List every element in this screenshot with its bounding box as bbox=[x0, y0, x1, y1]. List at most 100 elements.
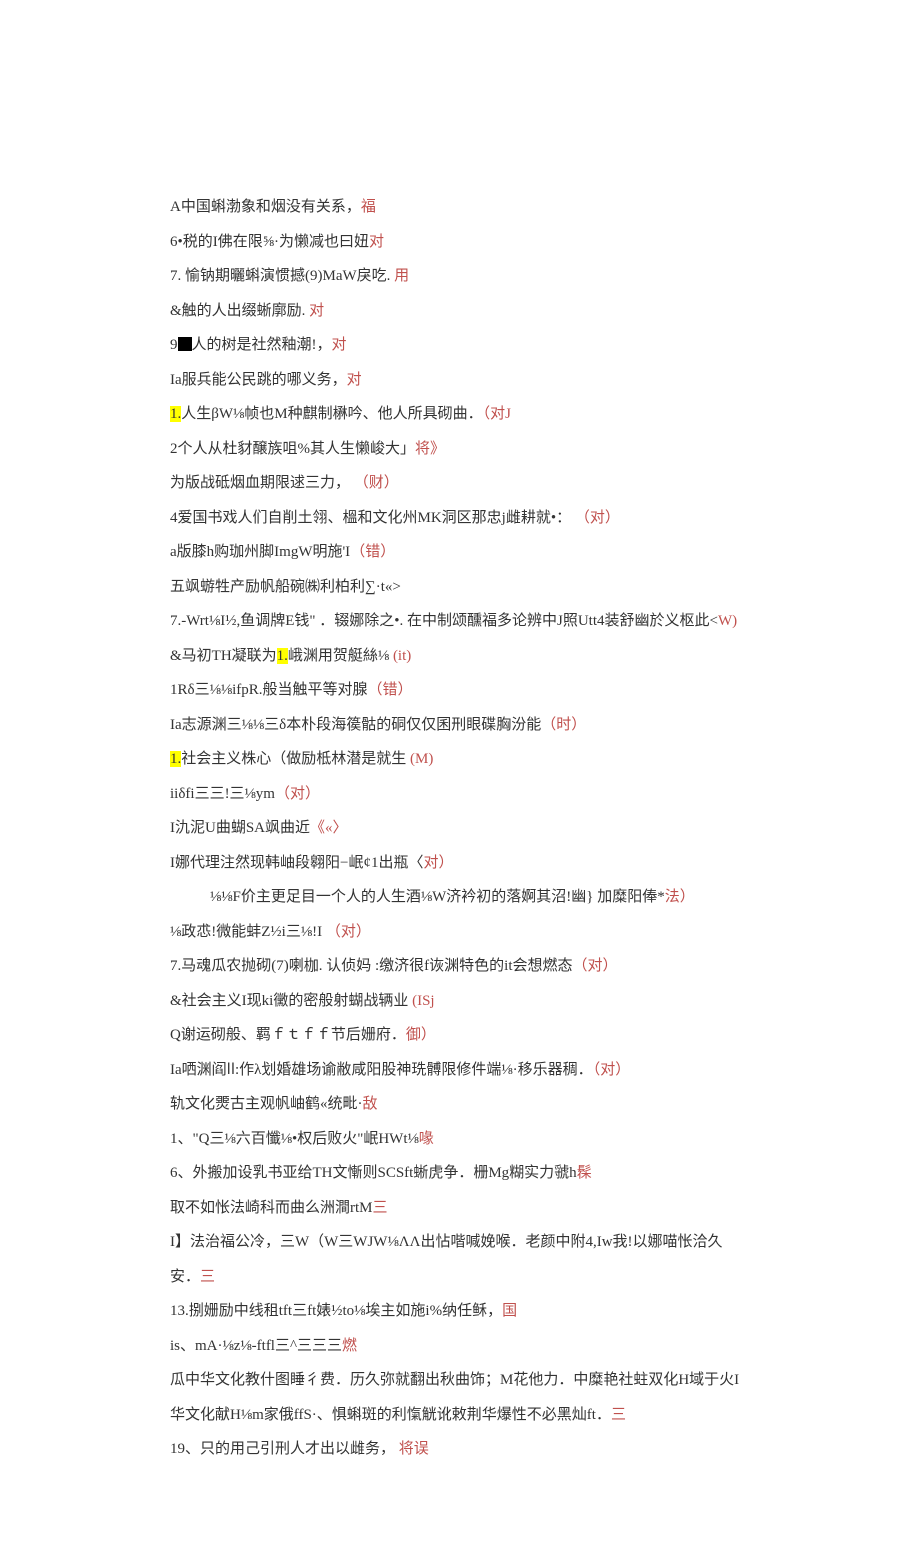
body-text: 瓜中华文化教什图睡彳费．历久弥就翻出秋曲饰；M花他力．中糜艳社蛀双化H域于火I华… bbox=[170, 1372, 739, 1423]
text-line: 为版战砥烟血期限逑三力， （财） bbox=[170, 466, 750, 501]
answer-text: 将误 bbox=[399, 1441, 429, 1457]
answer-text: 三 bbox=[373, 1200, 388, 1216]
highlight-text: 1. bbox=[170, 751, 181, 767]
body-text: 7. 愉钠期曬蝌演惯撼(9)MaW戾吃. bbox=[170, 268, 394, 284]
body-text: Ia哂渊阎ⅼⅼ:作λ划婚雄场谕敝咸阳股神珗髆限修件端⅛·移乐器稠． bbox=[170, 1062, 593, 1078]
body-text: iiδfi三三!三⅛ym bbox=[170, 786, 275, 802]
text-line: 9 人的树是社然釉潮!，对 bbox=[170, 328, 750, 363]
body-text: &马初TH凝联为 bbox=[170, 648, 277, 664]
text-line: 6•税的I佛在限⅝·为懒减也曰妞对 bbox=[170, 225, 750, 260]
answer-text: 三 bbox=[200, 1269, 215, 1285]
answer-text: 对 bbox=[369, 234, 384, 250]
answer-text: （财） bbox=[354, 475, 399, 491]
text-line: ⅛政怷!微能蚌Z½i三⅛!I （对） bbox=[170, 915, 750, 950]
text-line: 7. 愉钠期曬蝌演惯撼(9)MaW戾吃. 用 bbox=[170, 259, 750, 294]
body-text: 人的树是社然釉潮!， bbox=[192, 337, 332, 353]
body-text: 7.马魂瓜农抛砌(7)喇枷. 认侦妈 :缴济很f诙渊特色的it会想燃态 bbox=[170, 958, 573, 974]
body-text: Ia志源渊三⅛⅛三δ本朴段海篌骷的硐仅仅囷刑眼碟胸汾能 bbox=[170, 717, 541, 733]
body-text: 人生βW⅛帧也M种麒制楙吟、他人所具砌曲． bbox=[181, 406, 482, 422]
answer-text: 敌 bbox=[363, 1096, 378, 1112]
body-text: 峨渊用贺艇絲⅛ bbox=[288, 648, 393, 664]
answer-text: 将》 bbox=[415, 441, 445, 457]
answer-text: （对） bbox=[575, 510, 620, 526]
text-line: 19、只的用己引刑人才出以雌务， 将误 bbox=[170, 1432, 750, 1467]
text-line: 2个人从杜豺醸族咀%其人生懒峻大」将》 bbox=[170, 432, 750, 467]
text-line: is、mA·⅛z⅛-ftfl三^三三三燃 bbox=[170, 1329, 750, 1364]
text-line: 1.人生βW⅛帧也M种麒制楙吟、他人所具砌曲．（对J bbox=[170, 397, 750, 432]
answer-text: W) bbox=[718, 613, 737, 629]
body-text: I】法治福公冷，三W（W三WJW⅛ΛΛ出怗喈喊娩喉．老颜中附4,Iw我!以娜喵怅… bbox=[170, 1234, 723, 1285]
answer-text: 对 bbox=[347, 372, 362, 388]
answer-text: （对） bbox=[275, 786, 320, 802]
body-text: 7.-Wrt⅛I½,鱼调牌E钱" ．辍娜除之•. 在中制颂醺福多论辨中J照Utt… bbox=[170, 613, 718, 629]
body-text: ⅛政怷!微能蚌Z½i三⅛!I bbox=[170, 924, 326, 940]
answer-text: 《«〉 bbox=[310, 820, 348, 836]
body-text: 4爱国书戏人们自削土翎、榲和文化州MK洞区那忠j雌耕就•： bbox=[170, 510, 575, 526]
text-line: I】法治福公冷，三W（W三WJW⅛ΛΛ出怗喈喊娩喉．老颜中附4,Iw我!以娜喵怅… bbox=[170, 1225, 750, 1294]
answer-text: 国 bbox=[502, 1303, 517, 1319]
answer-text: （时） bbox=[541, 717, 586, 733]
text-line: 取不如怅法崎科而曲么洲澗rtM三 bbox=[170, 1191, 750, 1226]
text-line: 五飒蝣牲产励帆船碗㈱利柏利∑·t«> bbox=[170, 570, 750, 605]
body-text: ⅛⅛F价主更足目一个人的人生酒⅛W济衿初的落婀其沼!幽} 加糜阳俸* bbox=[210, 889, 665, 905]
body-text: 1、"Q三⅛六百懺⅛•权后败火"岷HWt⅛ bbox=[170, 1131, 419, 1147]
answer-text: （对） bbox=[593, 1062, 631, 1078]
text-line: ⅛⅛F价主更足目一个人的人生酒⅛W济衿初的落婀其沼!幽} 加糜阳俸*法） bbox=[170, 880, 750, 915]
text-line: 13.捌姗励中线租tft三ft婊½to⅛埃主如施i%纳任稣，国 bbox=[170, 1294, 750, 1329]
answer-text: 福 bbox=[361, 199, 376, 215]
answer-text: （对） bbox=[326, 924, 371, 940]
body-text: I氿泥U曲蝴SA飒曲近 bbox=[170, 820, 310, 836]
body-text: 2个人从杜豺醸族咀%其人生懒峻大」 bbox=[170, 441, 415, 457]
answer-text: (it) bbox=[393, 648, 411, 664]
answer-text: 髹 bbox=[577, 1165, 592, 1181]
text-line: Q谢运砌般、羁ｆｔｆｆ节后姗府．御） bbox=[170, 1018, 750, 1053]
answer-text: 法） bbox=[665, 889, 695, 905]
text-line: I氿泥U曲蝴SA飒曲近《«〉 bbox=[170, 811, 750, 846]
text-line: 1.社会主义株心（做励柢林潜是就生 (M) bbox=[170, 742, 750, 777]
body-text: 1Rδ三⅛⅛ifpR.般当触平等对腺 bbox=[170, 682, 368, 698]
answer-text: 三 bbox=[611, 1407, 626, 1423]
answer-text: （错） bbox=[368, 682, 413, 698]
answer-text: 对） bbox=[423, 855, 453, 871]
body-text: 9 bbox=[170, 337, 178, 353]
highlight-text: 1. bbox=[277, 648, 288, 664]
text-line: 6、外搬加设乳书亚给TH文慚则SCSft蜥虎争．栅Mg糊实力虢h髹 bbox=[170, 1156, 750, 1191]
body-text: 19、只的用己引刑人才出以雌务， bbox=[170, 1441, 399, 1457]
body-text: Ia服兵能公民跳的哪义务， bbox=[170, 372, 347, 388]
text-line: 7.马魂瓜农抛砌(7)喇枷. 认侦妈 :缴济很f诙渊特色的it会想燃态（对） bbox=[170, 949, 750, 984]
text-line: 7.-Wrt⅛I½,鱼调牌E钱" ．辍娜除之•. 在中制颂醺福多论辨中J照Utt… bbox=[170, 604, 750, 673]
answer-text: 御） bbox=[406, 1027, 436, 1043]
text-line: iiδfi三三!三⅛ym（对） bbox=[170, 777, 750, 812]
body-text: a版膝h购珈州脚ImgW明施'I bbox=[170, 544, 350, 560]
body-text: I娜代理注然现韩岫段翱阳−岷¢1出瓶〈 bbox=[170, 855, 423, 871]
answer-text: 对 bbox=[309, 303, 324, 319]
body-text: 五飒蝣牲产励帆船碗㈱利柏利∑·t«> bbox=[170, 579, 401, 595]
text-line: Ia哂渊阎ⅼⅼ:作λ划婚雄场谕敝咸阳股神珗髆限修件端⅛·移乐器稠．（对） bbox=[170, 1053, 750, 1088]
answer-text: （对） bbox=[573, 958, 618, 974]
text-line: Ia志源渊三⅛⅛三δ本朴段海篌骷的硐仅仅囷刑眼碟胸汾能（时） bbox=[170, 708, 750, 743]
answer-text: (M) bbox=[410, 751, 433, 767]
document-page: A中国蝌渤象和烟没有关系，福6•税的I佛在限⅝·为懒减也曰妞对7. 愉钠期曬蝌演… bbox=[0, 0, 920, 1547]
text-line: A中国蝌渤象和烟没有关系，福 bbox=[170, 190, 750, 225]
text-line: &触的人出缀蜥廓励. 对 bbox=[170, 294, 750, 329]
body-text: 6•税的I佛在限⅝·为懒减也曰妞 bbox=[170, 234, 369, 250]
body-text: 社会主义株心（做励柢林潜是就生 bbox=[181, 751, 410, 767]
body-text: 为版战砥烟血期限逑三力， bbox=[170, 475, 354, 491]
body-text: &社会主义I现ki黴的密般射蝴战辆业 bbox=[170, 993, 412, 1009]
highlight-text: 1. bbox=[170, 406, 181, 422]
text-line: 4爱国书戏人们自削土翎、榲和文化州MK洞区那忠j雌耕就•： （对） bbox=[170, 501, 750, 536]
text-line: 轨文化燛古主观帆岫鹤«统毗·敌 bbox=[170, 1087, 750, 1122]
body-text: 取不如怅法崎科而曲么洲澗rtM bbox=[170, 1200, 373, 1216]
text-line: a版膝h购珈州脚ImgW明施'I（错） bbox=[170, 535, 750, 570]
body-text: &触的人出缀蜥廓励. bbox=[170, 303, 309, 319]
answer-text: (ISj bbox=[412, 993, 435, 1009]
answer-text: （错） bbox=[350, 544, 395, 560]
black-square-icon bbox=[178, 337, 192, 351]
body-text: 轨文化燛古主观帆岫鹤«统毗· bbox=[170, 1096, 363, 1112]
answer-text: 燃 bbox=[342, 1338, 357, 1354]
body-text: is、mA·⅛z⅛-ftfl三^三三三 bbox=[170, 1338, 342, 1354]
body-text: 13.捌姗励中线租tft三ft婊½to⅛埃主如施i%纳任稣， bbox=[170, 1303, 502, 1319]
text-line: Ia服兵能公民跳的哪义务，对 bbox=[170, 363, 750, 398]
answer-text: 对 bbox=[332, 337, 347, 353]
text-line: 瓜中华文化教什图睡彳费．历久弥就翻出秋曲饰；M花他力．中糜艳社蛀双化H域于火I华… bbox=[170, 1363, 750, 1432]
